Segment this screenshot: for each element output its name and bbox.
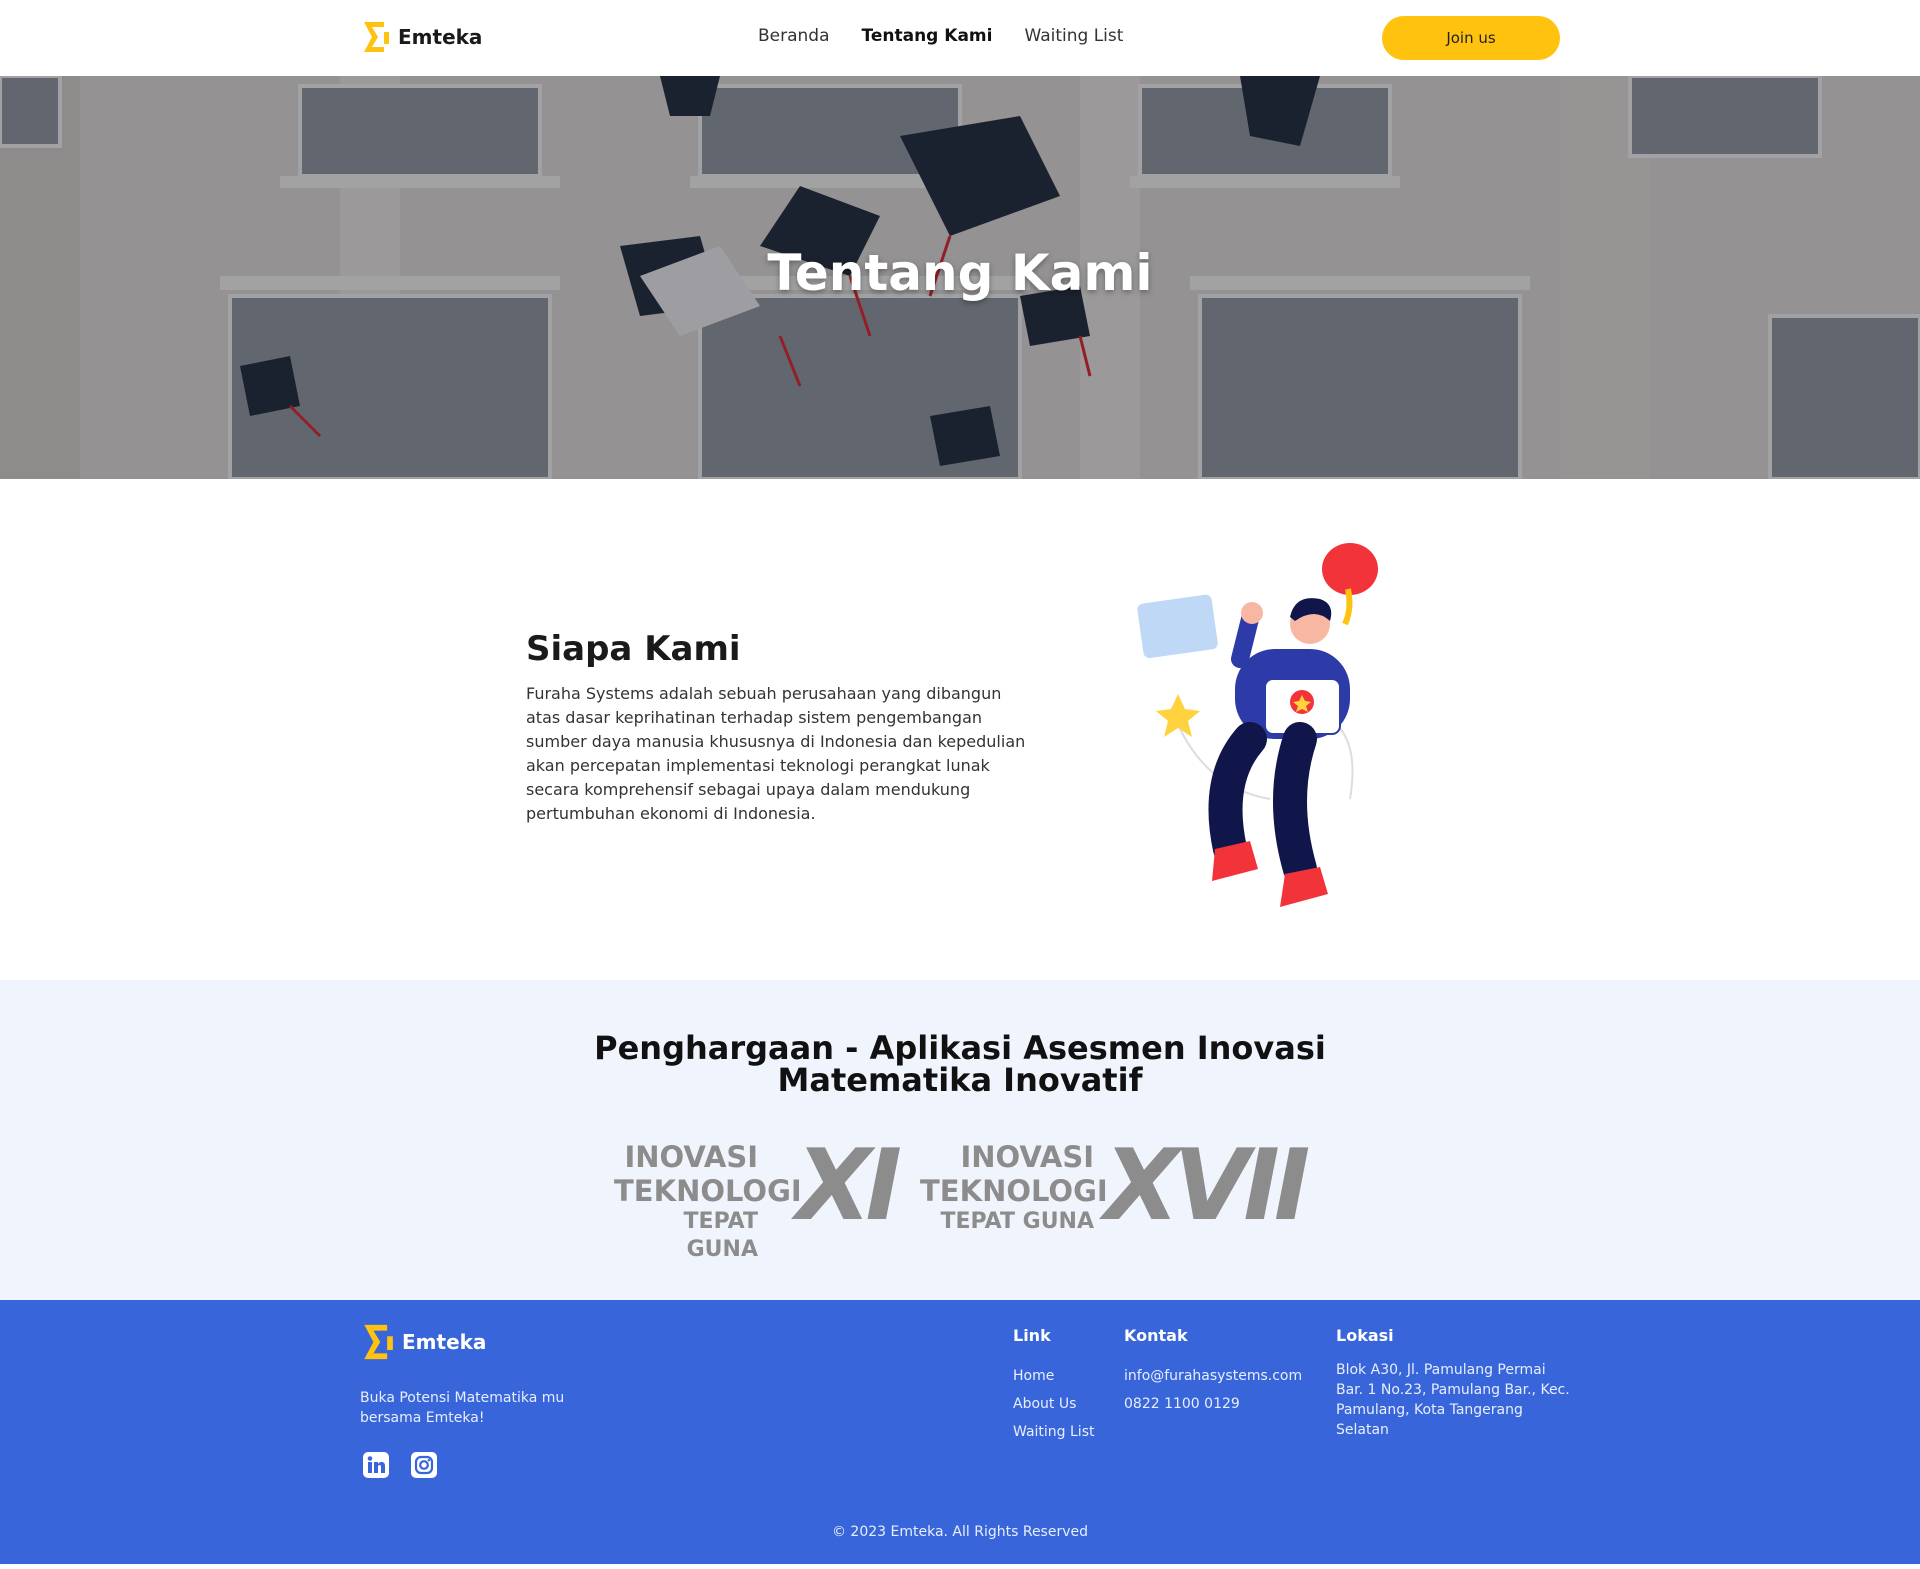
footer-email[interactable]: info@furahasystems.com [1124,1368,1302,1384]
awards-title: Penghargaan - Aplikasi Asesmen Inovasi M… [594,1029,1326,1099]
about-title: Siapa Kami [526,629,741,669]
emteka-logo-icon [364,22,389,52]
hero-banner: Tentang Kami [0,76,1920,479]
top-header: Emteka Beranda Tentang Kami Waiting List… [0,0,1920,76]
about-description: Furaha Systems adalah sebuah perusahaan … [526,684,1026,823]
brand[interactable]: Emteka [362,20,482,54]
instagram-icon[interactable] [411,1452,437,1478]
nav-waiting-list[interactable]: Waiting List [1024,26,1123,46]
graduate-illustration [1137,543,1378,907]
nav-tentang-kami[interactable]: Tentang Kami [862,26,993,46]
footer-link-home[interactable]: Home [1013,1368,1054,1384]
footer-link-waiting-list[interactable]: Waiting List [1013,1424,1094,1440]
footer-phone[interactable]: 0822 1100 0129 [1124,1396,1240,1412]
footer-address: Blok A30, Jl. Pamulang Permai Bar. 1 No.… [1336,1362,1570,1438]
footer-tagline: Buka Potensi Matematika mu bersama Emtek… [360,1390,565,1426]
bottom-strip [0,1564,1920,1569]
hero-title: Tentang Kami [767,244,1153,302]
footer-link-title: Link [1013,1326,1051,1345]
award-number: XI [796,1129,902,1243]
nav-beranda[interactable]: Beranda [758,26,830,46]
award-logo-xi: INOVASI TEKNOLOGI TEPAT GUNA XI [614,1134,904,1262]
award-line-2: TEKNOLOGI [614,1174,802,1208]
main-nav: Beranda Tentang Kami Waiting List [758,26,1123,46]
award-logo-xvii: INOVASI TEKNOLOGI TEPAT GUNA XVII [920,1134,1310,1244]
awards-section: Penghargaan - Aplikasi Asesmen Inovasi M… [0,980,1920,1300]
footer-brand[interactable]: Emteka [362,1322,486,1362]
award-line-3: TEPAT GUNA [940,1209,1094,1234]
footer-contact-title: Kontak [1124,1326,1188,1345]
site-footer: Emteka Buka Potensi Matematika mu bersam… [0,1300,1920,1569]
award-number: XVII [1104,1129,1310,1243]
award-line-3: TEPAT GUNA [683,1209,758,1262]
copyright: © 2023 Emteka. All Rights Reserved [831,1524,1089,1540]
award-line-2: TEKNOLOGI [920,1174,1108,1208]
linkedin-icon[interactable] [363,1452,389,1478]
brand-name: Emteka [398,25,483,49]
emteka-logo-icon [364,1324,393,1360]
footer-link-about[interactable]: About Us [1013,1396,1076,1412]
award-line-1: INOVASI [624,1140,758,1174]
about-section: Siapa Kami Furaha Systems adalah sebuah … [0,479,1920,980]
footer-brand-name: Emteka [402,1330,487,1354]
award-line-1: INOVASI [960,1140,1094,1174]
join-us-button[interactable]: Join us [1382,16,1560,60]
footer-location-title: Lokasi [1336,1326,1394,1345]
